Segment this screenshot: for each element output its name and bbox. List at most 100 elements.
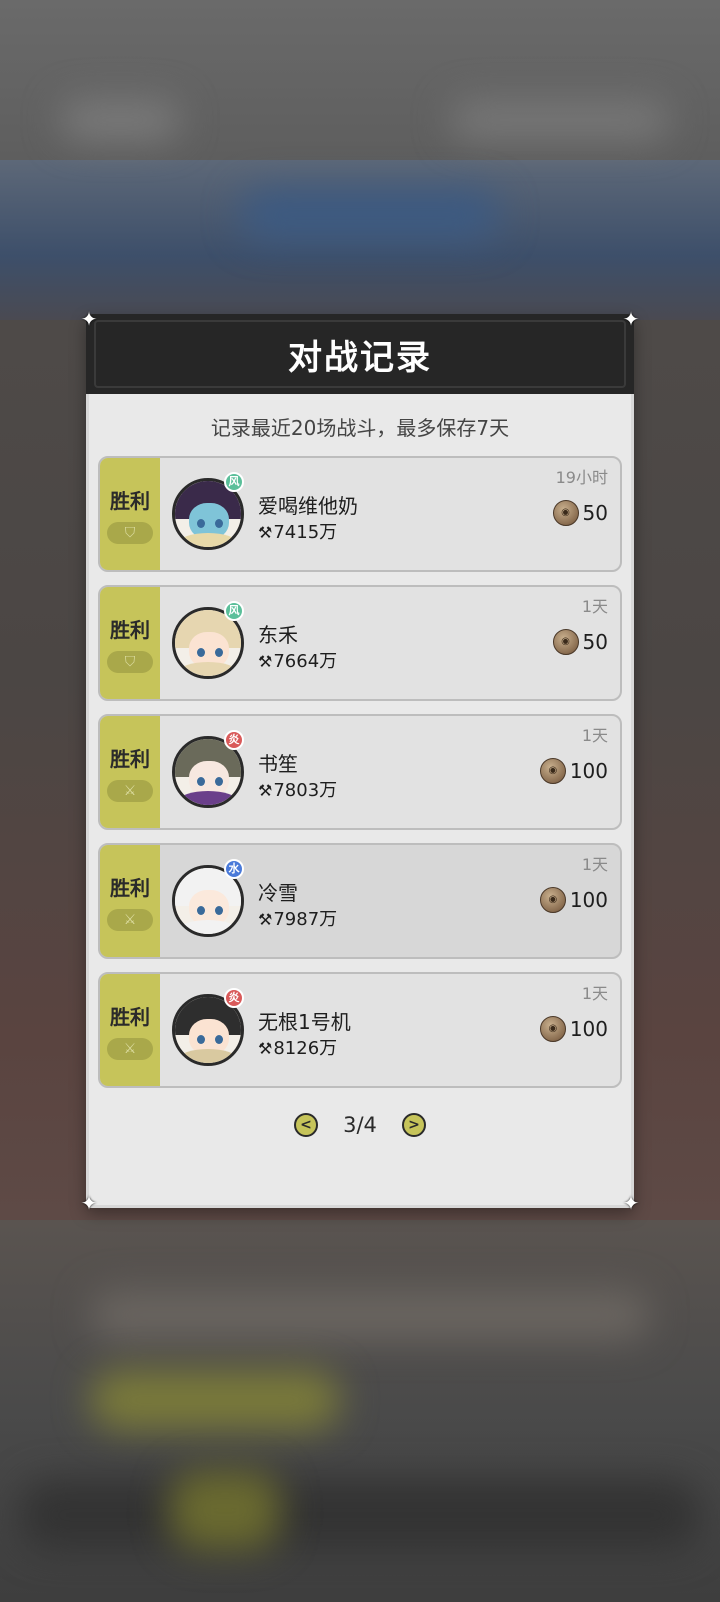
result-label: 胜利: [110, 488, 150, 513]
record-time: 1天: [581, 855, 608, 874]
crossed-swords-icon: ⚒: [258, 910, 273, 929]
bg-band: [0, 160, 720, 320]
dialog-title: 对战记录: [288, 337, 432, 378]
result-label: 胜利: [110, 1004, 150, 1029]
reward: ◉ 50: [552, 629, 608, 655]
chevron-left-icon[interactable]: <: [294, 1113, 318, 1137]
element-badge-icon: 水: [224, 859, 244, 879]
result-label: 胜利: [110, 617, 150, 642]
power-value: ⚒7987万: [258, 905, 337, 931]
corner-ornament-icon: ✦: [80, 307, 98, 331]
bg-blob: [90, 1370, 340, 1430]
record-row[interactable]: 胜利 ⚔ 炎 无根1号机 ⚒8126万 1天 ◉ 100: [98, 972, 622, 1088]
record-time: 19小时: [555, 468, 608, 487]
shield-icon: ⛉: [107, 650, 153, 673]
record-list: 胜利 ⛉ 风 爱喝维他奶 ⚒7415万 19小时 ◉ 50 胜利 ⛉ 风 东禾 …: [98, 456, 622, 1101]
crossed-swords-icon: ⚒: [258, 781, 273, 800]
reward-amount: 100: [569, 888, 608, 912]
power-number: 8126万: [273, 1038, 338, 1059]
power-value: ⚒7803万: [258, 776, 337, 802]
record-row[interactable]: 胜利 ⚔ 水 冷雪 ⚒7987万 1天 ◉ 100: [98, 843, 622, 959]
crossed-swords-icon: ⚒: [258, 1039, 273, 1058]
chevron-right-icon[interactable]: >: [402, 1113, 426, 1137]
avatar-eye: [215, 1035, 223, 1044]
reward-amount: 100: [569, 1017, 608, 1041]
avatar-eye: [197, 906, 205, 915]
reward: ◉ 100: [539, 1016, 608, 1042]
power-number: 7987万: [273, 909, 338, 930]
coin-icon: ◉: [539, 1016, 566, 1042]
record-time: 1天: [581, 726, 608, 745]
avatar-body: [179, 920, 237, 934]
result-column: 胜利 ⚔: [100, 974, 160, 1086]
bg-blob: [450, 100, 670, 140]
avatar-eye: [215, 519, 223, 528]
record-row[interactable]: 胜利 ⚔ 炎 书笙 ⚒7803万 1天 ◉ 100: [98, 714, 622, 830]
avatar-eye: [215, 777, 223, 786]
sword-icon: ⚔: [107, 1037, 153, 1060]
dialog-subtitle: 记录最近20场战斗，最多保存7天: [210, 416, 510, 440]
battle-record-dialog: 对战记录 ✦ ✦ ✦ ✦ 记录最近20场战斗，最多保存7天 胜利 ⛉ 风 爱喝维…: [81, 308, 640, 1214]
result-label: 胜利: [110, 875, 150, 900]
pager: < 3/4 >: [86, 1102, 634, 1148]
element-badge-icon: 炎: [224, 730, 244, 750]
page-indicator: 3/4: [343, 1113, 377, 1137]
avatar-eye: [215, 648, 223, 657]
dialog-header: 对战记录: [86, 314, 634, 394]
element-badge-icon: 炎: [224, 988, 244, 1008]
result-column: 胜利 ⛉: [100, 587, 160, 699]
opponent-name: 无根1号机: [258, 1010, 351, 1034]
reward-amount: 100: [569, 759, 608, 783]
power-number: 7664万: [273, 651, 338, 672]
avatar-body: [179, 1049, 237, 1063]
bg-blob: [170, 1470, 280, 1550]
corner-ornament-icon: ✦: [622, 307, 640, 331]
power-number: 7415万: [273, 522, 338, 543]
record-row[interactable]: 胜利 ⛉ 风 东禾 ⚒7664万 1天 ◉ 50: [98, 585, 622, 701]
power-value: ⚒8126万: [258, 1034, 337, 1060]
coin-icon: ◉: [539, 758, 566, 784]
reward: ◉ 100: [539, 887, 608, 913]
result-column: 胜利 ⚔: [100, 716, 160, 828]
sword-icon: ⚔: [107, 779, 153, 802]
crossed-swords-icon: ⚒: [258, 523, 273, 542]
bg-blob: [90, 1290, 650, 1340]
bg-blob: [60, 100, 180, 140]
avatar-body: [179, 662, 237, 676]
avatar-eye: [197, 777, 205, 786]
coin-icon: ◉: [539, 887, 566, 913]
shield-icon: ⛉: [107, 521, 153, 544]
crossed-swords-icon: ⚒: [258, 652, 273, 671]
bg-blob: [240, 190, 500, 240]
power-number: 7803万: [273, 780, 338, 801]
avatar-eye: [215, 906, 223, 915]
sword-icon: ⚔: [107, 908, 153, 931]
opponent-name: 东禾: [258, 623, 298, 647]
bg-blob: [20, 1480, 700, 1550]
avatar-eye: [197, 1035, 205, 1044]
avatar-body: [179, 533, 237, 547]
avatar-eye: [197, 519, 205, 528]
result-label: 胜利: [110, 746, 150, 771]
avatar-body: [179, 791, 237, 805]
coin-icon: ◉: [552, 629, 579, 655]
record-time: 1天: [581, 984, 608, 1003]
element-badge-icon: 风: [224, 472, 244, 492]
opponent-name: 书笙: [258, 752, 298, 776]
reward-amount: 50: [582, 630, 608, 654]
power-value: ⚒7664万: [258, 647, 337, 673]
opponent-name: 爱喝维他奶: [258, 494, 358, 518]
reward: ◉ 50: [552, 500, 608, 526]
coin-icon: ◉: [552, 500, 579, 526]
corner-ornament-icon: ✦: [622, 1191, 640, 1215]
result-column: 胜利 ⛉: [100, 458, 160, 570]
record-time: 1天: [581, 597, 608, 616]
element-badge-icon: 风: [224, 601, 244, 621]
record-row[interactable]: 胜利 ⛉ 风 爱喝维他奶 ⚒7415万 19小时 ◉ 50: [98, 456, 622, 572]
corner-ornament-icon: ✦: [80, 1191, 98, 1215]
reward-amount: 50: [582, 501, 608, 525]
opponent-name: 冷雪: [258, 881, 298, 905]
reward: ◉ 100: [539, 758, 608, 784]
avatar-eye: [197, 648, 205, 657]
result-column: 胜利 ⚔: [100, 845, 160, 957]
